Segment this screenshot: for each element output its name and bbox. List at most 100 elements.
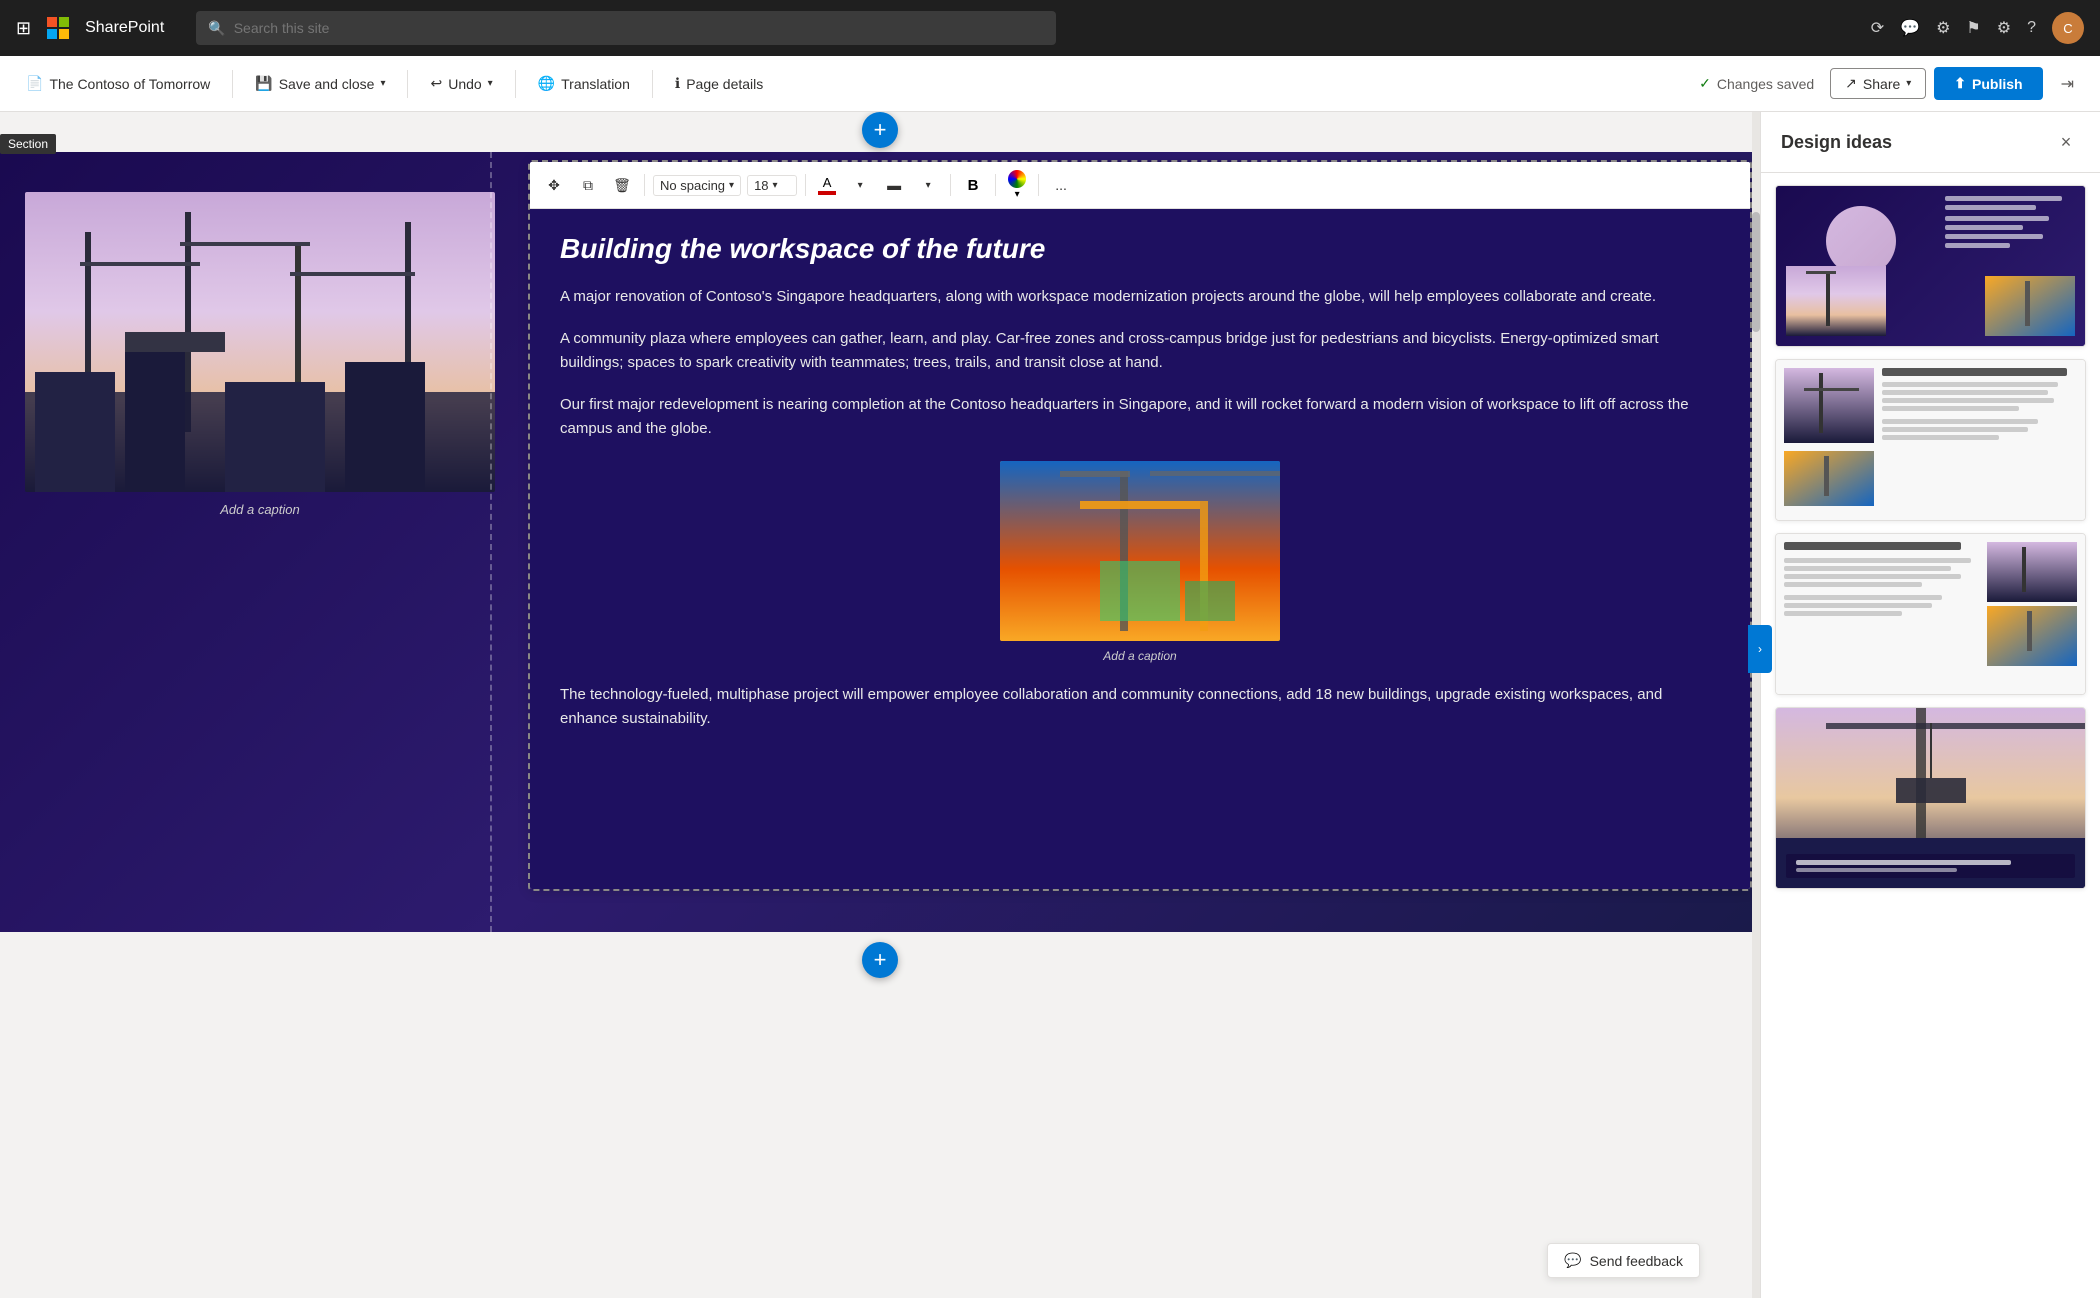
add-section-bottom-area: +: [0, 932, 1760, 988]
search-bar[interactable]: 🔍: [196, 11, 1056, 45]
article-title: Building the workspace of the future: [560, 233, 1720, 265]
flag-icon[interactable]: ⚑: [1966, 18, 1980, 38]
share-icon: ↗: [1845, 75, 1857, 92]
page-title-item[interactable]: 📄 The Contoso of Tomorrow: [16, 69, 220, 98]
app-name: SharePoint: [85, 19, 164, 37]
undo-icon: ↩: [430, 75, 442, 92]
design-preview-2: [1776, 360, 2085, 520]
font-color-icon: A: [823, 175, 832, 190]
style-value: No spacing: [660, 178, 725, 193]
highlight-button[interactable]: ▬: [880, 171, 908, 199]
publish-button[interactable]: ⬆ Publish: [1934, 67, 2042, 100]
article-body-2: The technology-fueled, multiphase projec…: [560, 683, 1720, 731]
card1-mini-construction: [1985, 276, 2075, 336]
highlight-chevron[interactable]: ▾: [914, 171, 942, 199]
add-section-top-button[interactable]: +: [862, 112, 898, 148]
nav-icons: ⟳ 💬 ⚙ ⚑ ⚙ ? C: [1871, 12, 2084, 44]
theme-chevron: ▾: [1015, 189, 1020, 200]
publish-icon: ⬆: [1954, 75, 1966, 92]
translation-icon: 🌐: [538, 75, 555, 92]
panel-resize-handle[interactable]: ›: [1748, 625, 1772, 673]
theme-color-button[interactable]: ▾: [1004, 168, 1030, 202]
more-options[interactable]: ...: [1047, 171, 1075, 199]
font-size-select[interactable]: 18 ▾: [747, 175, 797, 196]
article-image-container: Add a caption: [560, 461, 1720, 663]
page-details-icon: ℹ: [675, 75, 680, 92]
style-select[interactable]: No spacing ▾: [653, 175, 741, 196]
font-color-button[interactable]: A: [814, 173, 840, 197]
share-icon[interactable]: ⚙: [1936, 18, 1950, 38]
font-color-chevron[interactable]: ▾: [846, 171, 874, 199]
add-section-top-area: +: [0, 112, 1760, 152]
design-card-2[interactable]: [1775, 359, 2086, 521]
help-icon[interactable]: ⟳: [1871, 18, 1884, 38]
toolbar-divider-4: [652, 70, 653, 98]
construction-svg: [25, 192, 495, 492]
card3-layout: [1776, 534, 2085, 694]
et-divider-1: [644, 174, 645, 196]
canvas-scrollbar[interactable]: [1752, 112, 1760, 1298]
card4-layout: [1776, 708, 2085, 888]
color-swatch: [818, 191, 836, 195]
design-card-3[interactable]: [1775, 533, 2086, 695]
article-paragraph-3: Our first major redevelopment is nearing…: [560, 393, 1720, 441]
save-close-button[interactable]: 💾 Save and close ▾: [245, 69, 395, 98]
editor-content[interactable]: Building the workspace of the future A m…: [530, 209, 1750, 889]
design-card-4[interactable]: [1775, 707, 2086, 889]
publish-label: Publish: [1972, 76, 2023, 92]
save-label: Save and close: [279, 76, 375, 92]
collapse-button[interactable]: ⇥: [2051, 68, 2084, 100]
move-icon[interactable]: ✥: [540, 171, 568, 199]
canvas-area: + Section: [0, 112, 1760, 1298]
design-preview-4: [1776, 708, 2085, 888]
card1-layout: [1776, 186, 2085, 346]
design-preview-1: [1776, 186, 2085, 346]
save-chevron: ▾: [380, 78, 385, 89]
settings-icon[interactable]: ⚙: [1997, 18, 2011, 38]
design-ideas-header: Design ideas ×: [1761, 112, 2100, 173]
card2-layout: [1776, 360, 2085, 520]
left-construction-image: [25, 192, 495, 492]
avatar[interactable]: C: [2052, 12, 2084, 44]
crane-svg: [1000, 461, 1280, 641]
page-details-button[interactable]: ℹ Page details: [665, 69, 773, 98]
changes-saved-label: Changes saved: [1717, 76, 1814, 92]
chat-icon[interactable]: 💬: [1900, 18, 1920, 38]
top-navigation: ⊞ SharePoint 🔍 ⟳ 💬 ⚙ ⚑ ⚙ ? C: [0, 0, 2100, 56]
editor-toolbar: ✥ ⧉ 🗑 No spacing ▾ 18 ▾: [530, 162, 1750, 209]
card3-img1: [1987, 542, 2077, 602]
undo-button[interactable]: ↩ Undo ▾: [420, 69, 502, 98]
bold-button[interactable]: B: [959, 171, 987, 199]
article-inline-image: [1000, 461, 1280, 641]
card3-img2: [1987, 606, 2077, 666]
question-icon[interactable]: ?: [2027, 19, 2036, 37]
theme-color-circle: [1008, 170, 1026, 188]
save-icon: 💾: [255, 75, 272, 92]
delete-icon[interactable]: 🗑: [608, 171, 636, 199]
page-content-row: Add a caption ✥ ⧉ 🗑 No spacing ▾: [0, 152, 1760, 932]
card2-images: [1784, 368, 1874, 512]
et-divider-4: [995, 174, 996, 196]
font-size-value: 18: [754, 178, 768, 193]
design-ideas-close[interactable]: ×: [2052, 128, 2080, 156]
undo-chevron: ▾: [488, 78, 493, 89]
card2-img2: [1784, 451, 1874, 506]
send-feedback-bar[interactable]: 💬 Send feedback: [1547, 1243, 1700, 1278]
article-body: A major renovation of Contoso's Singapor…: [560, 285, 1720, 441]
left-image-caption[interactable]: Add a caption: [220, 502, 300, 517]
waffle-icon[interactable]: ⊞: [16, 18, 31, 39]
article-paragraph-4: The technology-fueled, multiphase projec…: [560, 683, 1720, 731]
share-button[interactable]: ↗ Share ▾: [1830, 68, 1926, 99]
card1-text: [1945, 196, 2075, 252]
et-divider-3: [950, 174, 951, 196]
text-editor-area: ✥ ⧉ 🗑 No spacing ▾ 18 ▾: [530, 162, 1750, 922]
add-section-bottom-button[interactable]: +: [862, 942, 898, 978]
translation-button[interactable]: 🌐 Translation: [528, 69, 640, 98]
design-card-1[interactable]: [1775, 185, 2086, 347]
search-input[interactable]: [234, 20, 1045, 36]
copy-icon[interactable]: ⧉: [574, 171, 602, 199]
text-editor-panel[interactable]: ✥ ⧉ 🗑 No spacing ▾ 18 ▾: [530, 162, 1750, 889]
page-details-label: Page details: [686, 76, 763, 92]
article-image-caption[interactable]: Add a caption: [560, 649, 1720, 663]
card4-text-overlay: [1786, 854, 2075, 878]
